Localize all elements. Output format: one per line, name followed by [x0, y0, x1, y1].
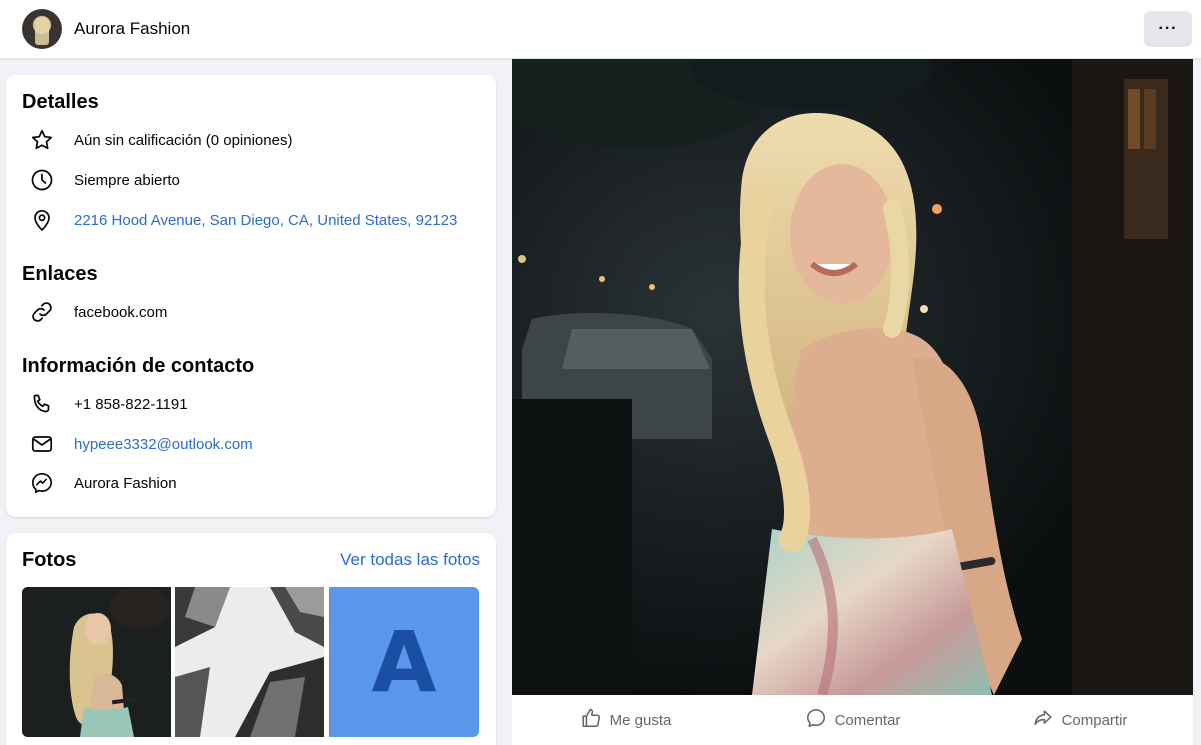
- rating-row: Aún sin calificación (0 opiniones): [22, 126, 492, 154]
- comment-label: Comentar: [834, 711, 901, 729]
- website-row: facebook.com: [22, 298, 492, 326]
- email-link[interactable]: hypeee3332@outlook.com: [74, 436, 253, 453]
- main-photo[interactable]: [512, 59, 1193, 695]
- more-options-button[interactable]: ···: [1144, 11, 1192, 47]
- contact-title: Información de contacto: [22, 355, 255, 377]
- address-link[interactable]: 2216 Hood Avenue, San Diego, CA, United …: [74, 212, 457, 229]
- thumbs-up-icon: [580, 707, 602, 733]
- page-header: Aurora Fashion ···: [0, 0, 1201, 59]
- hours-text: Siempre abierto: [74, 171, 180, 189]
- see-all-photos-link[interactable]: Ver todas las fotos: [340, 550, 480, 570]
- clock-icon: [22, 166, 62, 194]
- hours-row: Siempre abierto: [22, 166, 492, 194]
- messenger-row: Aurora Fashion: [22, 469, 492, 497]
- phone-row: +1 858-822-1191: [22, 390, 492, 418]
- star-icon: [22, 126, 62, 154]
- page-name[interactable]: Aurora Fashion: [74, 19, 190, 39]
- thumbnail-letter: A: [371, 613, 437, 711]
- location-pin-icon: [22, 206, 62, 234]
- email-row: hypeee3332@outlook.com: [22, 430, 492, 458]
- share-arrow-icon: [1032, 707, 1054, 733]
- photo-thumbnail[interactable]: [22, 587, 171, 737]
- comment-button[interactable]: Comentar: [739, 707, 966, 733]
- phone-icon: [22, 390, 62, 418]
- links-title: Enlaces: [22, 263, 98, 285]
- photos-title: Fotos: [22, 549, 77, 571]
- like-label: Me gusta: [609, 711, 672, 729]
- post-actions-bar: Me gusta Comentar Compartir: [512, 695, 1193, 745]
- address-row: 2216 Hood Avenue, San Diego, CA, United …: [22, 206, 492, 234]
- comment-bubble-icon: [805, 707, 827, 733]
- photo-thumbnail[interactable]: A: [329, 587, 479, 737]
- phone-text: +1 858-822-1191: [74, 395, 188, 413]
- share-label: Compartir: [1061, 711, 1128, 729]
- share-button[interactable]: Compartir: [966, 707, 1193, 733]
- details-card: Detalles Aún sin calificación (0 opinion…: [6, 75, 496, 517]
- messenger-icon: [22, 469, 62, 497]
- page-avatar[interactable]: [22, 9, 62, 49]
- more-dots-icon: ···: [1158, 20, 1178, 37]
- rating-text: Aún sin calificación (0 opiniones): [74, 131, 293, 149]
- photo-thumbnail[interactable]: [175, 587, 324, 737]
- like-button[interactable]: Me gusta: [512, 707, 739, 733]
- link-icon: [22, 298, 62, 326]
- envelope-icon: [22, 430, 62, 458]
- messenger-link[interactable]: Aurora Fashion: [74, 475, 177, 492]
- website-link[interactable]: facebook.com: [74, 304, 167, 321]
- details-title: Detalles: [22, 91, 99, 113]
- photos-card: Fotos Ver todas las fotos A: [6, 533, 496, 745]
